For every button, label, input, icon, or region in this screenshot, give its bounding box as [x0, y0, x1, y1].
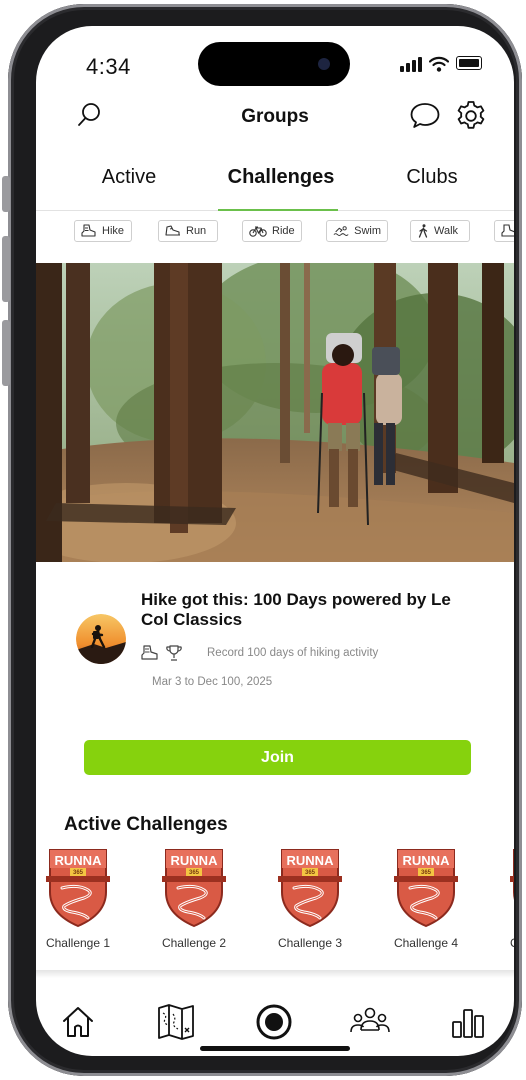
active-challenges-carousel: RUNNA 365 Challenge 1 RUNNA 365 Challenge 2 …	[36, 848, 514, 960]
hero-image	[36, 263, 514, 562]
challenge-badge-label: Challenge 3	[277, 936, 343, 950]
runna-badge-icon: RUNNA 365	[278, 849, 342, 928]
swimmer-icon	[333, 226, 349, 236]
filter-chip-label: Hike	[102, 225, 125, 237]
badge-subtext: 365	[189, 870, 200, 876]
filter-chip-label: Swim	[354, 225, 381, 237]
challenge-badge-label: Challenge 2	[161, 936, 227, 950]
filter-chip-label: Walk	[434, 225, 459, 237]
map-icon[interactable]	[154, 1002, 198, 1042]
wifi-icon	[429, 56, 449, 72]
join-button[interactable]: Join	[84, 740, 471, 775]
challenge-title: Hike got this: 100 Days powered by Le Co…	[141, 590, 451, 629]
badge-subtext: 365	[73, 870, 84, 876]
volume-down-button	[2, 320, 10, 386]
filter-chip-label: Ride	[272, 225, 295, 237]
active-challenges-title: Active Challenges	[64, 814, 228, 835]
chat-icon[interactable]	[409, 100, 441, 130]
filter-chip-more[interactable]	[494, 220, 514, 242]
stats-icon[interactable]	[448, 1002, 488, 1042]
tab-active-indicator	[218, 209, 338, 211]
filter-chip-ride[interactable]: Ride	[242, 220, 302, 242]
filter-chip-run[interactable]: Run	[158, 220, 218, 242]
badge-brand-text: RUNNA	[287, 853, 335, 868]
app-header: Groups	[36, 96, 514, 136]
challenge-meta: Record 100 days of hiking activity	[141, 644, 378, 662]
walker-icon	[418, 224, 428, 238]
record-icon[interactable]	[254, 1002, 294, 1042]
action-button	[2, 176, 10, 212]
trophy-icon	[166, 645, 182, 661]
tabbar-divider	[36, 970, 514, 978]
runna-badge-icon: RUNNA 365	[162, 849, 226, 928]
challenge-avatar	[76, 614, 126, 664]
filter-chip-walk[interactable]: Walk	[410, 220, 470, 242]
segment-tabs: Active Challenges Clubs	[36, 164, 514, 211]
bicycle-icon	[249, 226, 267, 237]
hiking-boot-icon	[501, 224, 514, 237]
runna-badge-icon: RUNNA 365	[394, 849, 458, 928]
challenge-dates: Mar 3 to Dec 100, 2025	[152, 676, 273, 688]
filter-chip-label: Run	[186, 225, 207, 237]
challenge-badge-label: Challenge 1	[45, 936, 111, 950]
tab-active[interactable]: Active	[102, 166, 156, 189]
volume-up-button	[2, 236, 10, 302]
challenge-badge-label: Challenge 5	[492, 936, 514, 950]
hiking-boot-icon	[141, 645, 158, 660]
page-title: Groups	[241, 106, 309, 127]
gear-icon[interactable]	[454, 99, 488, 133]
signal-icon	[400, 56, 422, 72]
runna-badge-icon: RUNNA 365	[46, 849, 110, 928]
status-time: 4:34	[86, 54, 131, 79]
running-shoe-icon	[165, 225, 180, 236]
status-icons	[400, 56, 482, 72]
home-indicator	[200, 1046, 350, 1051]
activity-filter-bar: Hike Run Ride Swim Walk	[36, 220, 514, 246]
battery-icon	[456, 56, 482, 70]
filter-chip-swim[interactable]: Swim	[326, 220, 388, 242]
tab-challenges[interactable]: Challenges	[228, 166, 335, 189]
badge-subtext: 365	[305, 870, 316, 876]
filter-chip-hike[interactable]: Hike	[74, 220, 132, 242]
badge-brand-text: RUNNA	[55, 853, 103, 868]
tab-clubs[interactable]: Clubs	[406, 166, 457, 189]
home-icon[interactable]	[58, 1002, 98, 1042]
badge-subtext: 365	[421, 870, 432, 876]
challenge-badge-label: Challenge 4	[393, 936, 459, 950]
bottom-tab-bar	[36, 1002, 514, 1046]
challenge-description: Record 100 days of hiking activity	[207, 647, 379, 659]
groups-icon[interactable]	[348, 1002, 392, 1042]
hiking-boot-icon	[81, 224, 96, 237]
app-screen: 4:34 Groups Active Challenges Clubs Hike…	[36, 26, 514, 1056]
badge-brand-text: RUNNA	[171, 853, 219, 868]
dynamic-island	[198, 42, 350, 86]
runna-badge-icon: RUNNA365	[510, 849, 514, 900]
badge-brand-text: RUNNA	[403, 853, 451, 868]
